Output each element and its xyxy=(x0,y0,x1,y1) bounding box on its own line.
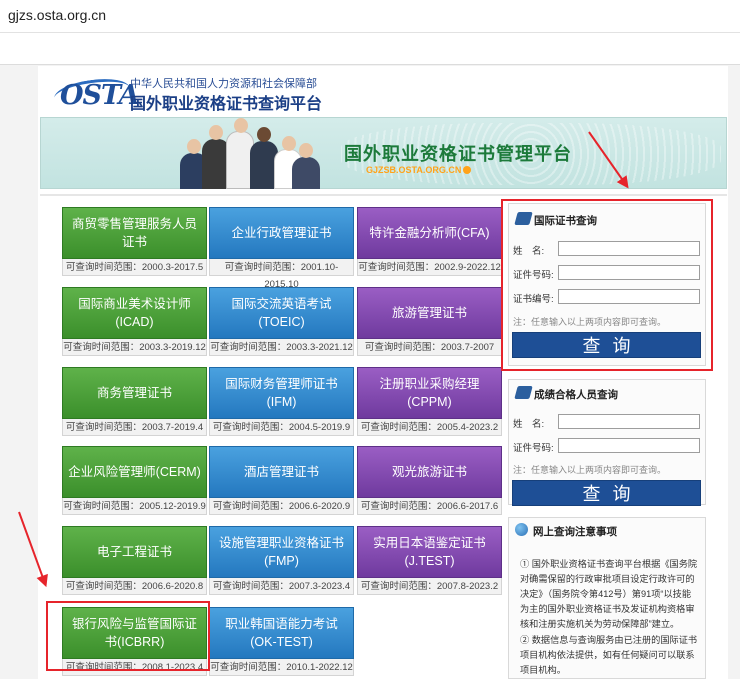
query-range: 可查询时间范围：2002.9-2022.12 xyxy=(357,259,502,276)
query-range: 可查询时间范围：2006.6-2017.6 xyxy=(357,498,502,515)
query-range: 可查询时间范围：2001.10-2015.10 xyxy=(209,259,354,290)
globe-icon xyxy=(515,523,528,536)
cert-tile[interactable]: 实用日本语鉴定证书(J.TEST) xyxy=(357,526,502,578)
cert-tile-label: 职业韩国语能力考试(OK-TEST) xyxy=(225,617,338,649)
score-query-note: 注：任意输入以上两项内容即可查询。 xyxy=(513,465,667,475)
id-number-label: 证件号码: xyxy=(513,443,554,454)
query-range: 可查询时间范围：2003.7-2019.4 xyxy=(62,419,207,436)
notice-item-1: ① 国外职业资格证书查询平台根据《国务院对确需保留的行政审批项目设定行政许可的决… xyxy=(520,559,698,629)
banner-url[interactable]: GJZSB.OSTA.ORG.CN xyxy=(366,165,472,175)
cert-tile-label: 特许金融分析师(CFA) xyxy=(369,226,490,240)
score-id-number-input[interactable] xyxy=(558,438,700,453)
notice-item-2: ② 数据信息与查询服务由已注册的国际证书项目机构依法提供，如有任何疑问可以联系项… xyxy=(520,635,698,675)
score-query-button[interactable]: 查询 xyxy=(512,480,701,506)
cert-tile[interactable]: 商贸零售管理服务人员证书 xyxy=(62,207,207,259)
arrow-circle-icon xyxy=(463,166,472,174)
department-name: 中华人民共和国人力资源和社会保障部 xyxy=(130,78,317,90)
query-range: 可查询时间范围：2006.6-2020.8 xyxy=(62,578,207,595)
osta-logo[interactable]: OSTA xyxy=(60,80,140,111)
query-range: 可查询时间范围：2005.12-2019.9 xyxy=(62,498,207,515)
cert-tile-label: 国际商业美术设计师(ICAD) xyxy=(78,297,191,329)
banner-title: 国外职业资格证书管理平台 xyxy=(344,144,572,164)
query-range: 可查询时间范围：2007.8-2023.2 xyxy=(357,578,502,595)
cert-tile-label: 设施管理职业资格证书(FMP) xyxy=(218,536,344,568)
score-query-title: 成绩合格人员查询 xyxy=(534,389,618,401)
url-text[interactable]: gjzs.osta.org.cn xyxy=(8,7,106,23)
cert-tile[interactable]: 设施管理职业资格证书(FMP) xyxy=(209,526,354,578)
cert-tile[interactable]: 注册职业采购经理(CPPM) xyxy=(357,367,502,419)
highlight-icbrr xyxy=(46,601,210,671)
cert-tile[interactable]: 企业风险管理师(CERM) xyxy=(62,446,207,498)
query-range: 可查询时间范围：2003.3-2019.12 xyxy=(62,339,207,356)
query-range: 可查询时间范围：2003.7-2007 xyxy=(357,339,502,356)
cert-tile[interactable]: 国际商业美术设计师(ICAD) xyxy=(62,287,207,339)
cert-tile-label: 实用日本语鉴定证书(J.TEST) xyxy=(373,536,486,568)
divider xyxy=(40,194,727,196)
cert-tile[interactable]: 企业行政管理证书 xyxy=(209,207,354,259)
cert-tile[interactable]: 观光旅游证书 xyxy=(357,446,502,498)
score-name-input[interactable] xyxy=(558,414,700,429)
people-photo xyxy=(180,118,320,189)
cert-tile-label: 国际交流英语考试(TOEIC) xyxy=(231,297,332,329)
highlight-cert-query xyxy=(501,199,713,371)
toolbar-strip xyxy=(0,33,740,65)
cert-tile-label: 商贸零售管理服务人员证书 xyxy=(71,217,197,249)
cert-tile-label: 企业风险管理师(CERM) xyxy=(68,465,201,479)
person-figure xyxy=(292,143,320,189)
cert-tile-label: 企业行政管理证书 xyxy=(231,226,332,240)
platform-title: 国外职业资格证书查询平台 xyxy=(130,96,323,113)
cert-tile[interactable]: 旅游管理证书 xyxy=(357,287,502,339)
cert-tile-label: 注册职业采购经理(CPPM) xyxy=(379,377,480,409)
query-range: 可查询时间范围：2000.3-2017.5 xyxy=(62,259,207,276)
name-label: 姓 名: xyxy=(513,419,545,430)
query-range: 可查询时间范围：2006.6-2020.9 xyxy=(209,498,354,515)
query-range: 可查询时间范围：2005.4-2023.2 xyxy=(357,419,502,436)
cert-tile-label: 电子工程证书 xyxy=(96,545,172,559)
cert-tile-label: 观光旅游证书 xyxy=(391,465,467,479)
query-range: 可查询时间范围：2010.1-2022.12 xyxy=(209,659,354,676)
cert-tile-label: 旅游管理证书 xyxy=(391,306,467,320)
query-range: 可查询时间范围：2007.3-2023.4 xyxy=(209,578,354,595)
query-range: 可查询时间范围：2003.3-2021.12 xyxy=(209,339,354,356)
banner-url-text[interactable]: GJZSB.OSTA.ORG.CN xyxy=(366,165,461,175)
cert-tile[interactable]: 特许金融分析师(CFA) xyxy=(357,207,502,259)
cert-tile-label: 国际财务管理师证书(IFM) xyxy=(225,377,338,409)
cert-tile[interactable]: 酒店管理证书 xyxy=(209,446,354,498)
cert-tile[interactable]: 国际财务管理师证书(IFM) xyxy=(209,367,354,419)
cert-tile[interactable]: 电子工程证书 xyxy=(62,526,207,578)
notice-title: 网上查询注意事项 xyxy=(533,526,617,538)
cert-tile-label: 酒店管理证书 xyxy=(243,465,319,479)
cert-tile[interactable]: 商务管理证书 xyxy=(62,367,207,419)
cert-tile[interactable]: 职业韩国语能力考试(OK-TEST) xyxy=(209,607,354,659)
address-bar[interactable]: gjzs.osta.org.cn xyxy=(0,0,740,33)
cert-tile[interactable]: 国际交流英语考试(TOEIC) xyxy=(209,287,354,339)
query-range: 可查询时间范围：2004.5-2019.9 xyxy=(209,419,354,436)
cert-tile-label: 商务管理证书 xyxy=(96,386,172,400)
